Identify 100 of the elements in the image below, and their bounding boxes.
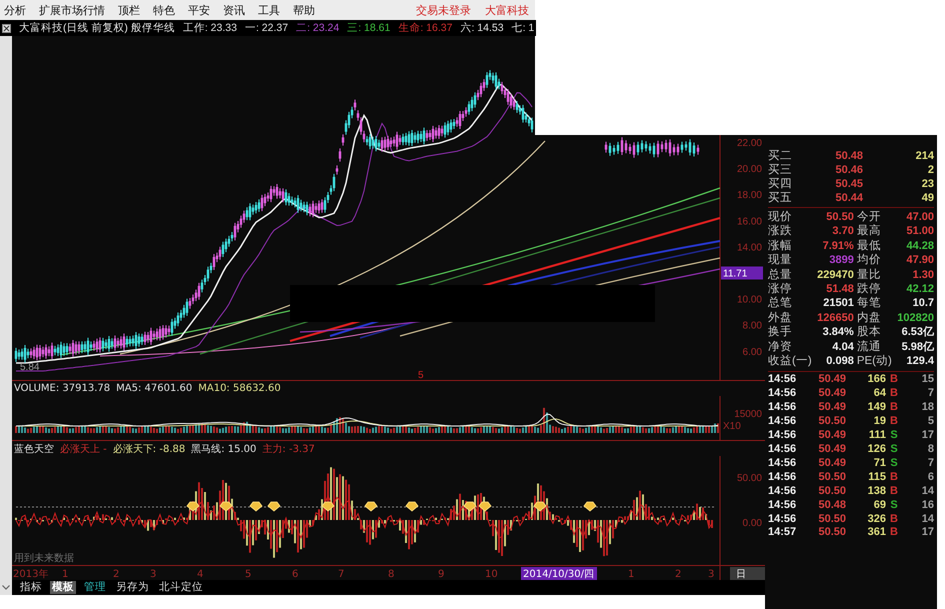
date-label: 1	[628, 569, 634, 580]
bid-label: 买四	[768, 177, 792, 191]
trade-time: 14:56	[768, 373, 798, 388]
date-label: 2	[675, 569, 682, 580]
date-label: 8	[388, 569, 394, 580]
trade-side: B	[889, 387, 899, 402]
stat-value: 3.84%	[822, 325, 854, 340]
tab[interactable]: 管理	[82, 581, 108, 594]
tab[interactable]: 指标	[18, 581, 44, 594]
trade-volume: 64	[872, 387, 886, 402]
axis-label: 10.00	[736, 294, 762, 306]
trade-price: 50.50	[817, 470, 846, 485]
date-label: 7	[338, 569, 344, 580]
trade-time: 14:56	[768, 484, 798, 499]
trade-volume: 126	[866, 443, 886, 457]
tab[interactable]: 模板	[50, 581, 76, 594]
indicator-value: 必涨天上 -	[60, 442, 107, 456]
stat-value: 129.4	[905, 354, 934, 368]
price-marker: 5.84	[20, 362, 40, 373]
date-label: 2	[113, 569, 120, 580]
volume-value: MA5: 47601.60	[116, 383, 192, 394]
trade-price: 50.49	[817, 429, 846, 443]
trade-price: 50.50	[817, 415, 846, 430]
axis-label: 14.00	[736, 242, 762, 254]
stat-value: 5.98亿	[900, 340, 934, 354]
stat-label: 每笔	[856, 296, 882, 311]
indicator-value: 必涨天下: -8.88	[112, 442, 186, 456]
axis-label: 18.00	[736, 190, 762, 202]
trade-time: 14:56	[768, 512, 798, 526]
date-label: 1	[62, 569, 68, 580]
date-label: 3	[708, 569, 714, 580]
trade-count: 14	[920, 512, 934, 526]
trade-price: 50.49	[817, 443, 846, 457]
bid-volume: 23	[920, 177, 934, 191]
trade-volume: 149	[866, 401, 886, 416]
tab[interactable]: 另存为	[114, 581, 151, 594]
trade-side: S	[889, 429, 899, 443]
trade-volume: 71	[872, 456, 886, 471]
axis-label: 0.00	[742, 518, 762, 529]
trade-side: S	[889, 498, 899, 513]
stat-value: 51.00	[905, 224, 934, 239]
menu-item[interactable]: 平安	[188, 2, 210, 18]
trade-volume: 19	[872, 415, 886, 430]
axis-label: 6.00	[742, 346, 762, 358]
trade-time: 14:56	[768, 401, 798, 416]
stat-label: 收益(一)	[768, 354, 812, 368]
volume-value: VOLUME: 37913.78	[14, 383, 110, 394]
volume-value: MA10: 58632.60	[198, 383, 281, 394]
menu-item[interactable]: 特色	[153, 2, 175, 18]
bid-label: 买三	[768, 163, 792, 177]
trade-price: 50.50	[817, 526, 846, 540]
close-icon[interactable]	[2, 24, 11, 32]
bid-price: 50.48	[834, 149, 863, 163]
date-label: 10	[485, 569, 498, 580]
bid-price: 50.46	[834, 163, 863, 177]
trade-side: B	[889, 484, 899, 499]
axis-label: X10	[723, 421, 741, 432]
bid-volume: 49	[920, 191, 934, 205]
trade-count: 8	[926, 443, 934, 457]
indicator-name: 蓝色天空	[14, 442, 54, 456]
menu-item[interactable]: 顶栏	[118, 2, 140, 18]
trade-volume: 326	[866, 512, 886, 526]
chevron-icon[interactable]	[2, 585, 10, 590]
axis-label: 20.00	[736, 164, 762, 176]
stat-label: 内盘	[856, 310, 882, 326]
stat-label: 现量	[768, 253, 793, 268]
stat-label: PE(动)	[856, 354, 892, 368]
stat-value: 10.7	[912, 296, 934, 311]
stat-label: 最高	[856, 224, 882, 239]
bid-price: 50.45	[834, 177, 863, 191]
period-label: 日	[730, 567, 765, 580]
date-label: 3	[150, 569, 156, 580]
trade-side: S	[889, 443, 899, 457]
indicator-value: 三: 18.61	[347, 21, 390, 35]
trade-price: 50.50	[817, 484, 846, 499]
stat-value: 44.28	[905, 238, 934, 254]
date-label: 9	[438, 569, 444, 580]
indicator-value: 工作: 23.33	[182, 21, 237, 35]
menu-item[interactable]: 扩展市场行情	[39, 2, 105, 18]
menu-item[interactable]: 帮助	[293, 2, 315, 18]
menu-item[interactable]: 分析	[4, 2, 26, 18]
stat-label: 跌停	[856, 282, 882, 296]
trade-count: 18	[920, 401, 934, 416]
stat-value: 126650	[816, 310, 854, 326]
tab[interactable]: 北斗定位	[157, 581, 205, 594]
trade-side: S	[889, 456, 899, 471]
axis-label: 8.00	[742, 320, 762, 332]
trade-time: 14:56	[768, 456, 798, 471]
trade-count: 17	[920, 526, 934, 540]
trade-price: 50.49	[817, 456, 846, 471]
menu-link[interactable]: 交易未登录	[416, 2, 471, 18]
stat-label: 涨幅	[768, 238, 793, 254]
stat-value: 0.098	[825, 354, 854, 368]
trade-side: B	[889, 401, 899, 416]
menu-item[interactable]: 资讯	[223, 2, 245, 18]
trade-volume: 361	[866, 526, 886, 540]
stat-value: 229470	[816, 268, 854, 282]
menu-link[interactable]: 大富科技	[485, 2, 529, 18]
stat-value: 6.53亿	[900, 325, 934, 340]
menu-item[interactable]: 工具	[258, 2, 280, 18]
